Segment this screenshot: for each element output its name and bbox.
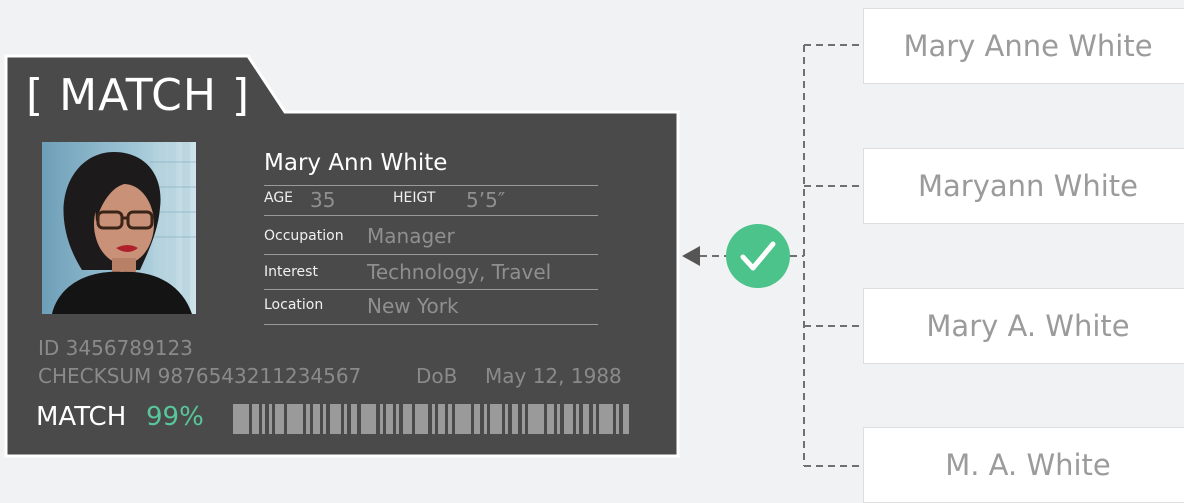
name-variant-box: M. A. White <box>863 427 1184 503</box>
name-variant-box: Maryann White <box>863 148 1184 224</box>
arrow-left-icon <box>682 246 700 266</box>
check-circle-icon <box>726 224 790 288</box>
name-variant-box: Mary Anne White <box>863 8 1184 84</box>
name-variant-box: Mary A. White <box>863 288 1184 364</box>
